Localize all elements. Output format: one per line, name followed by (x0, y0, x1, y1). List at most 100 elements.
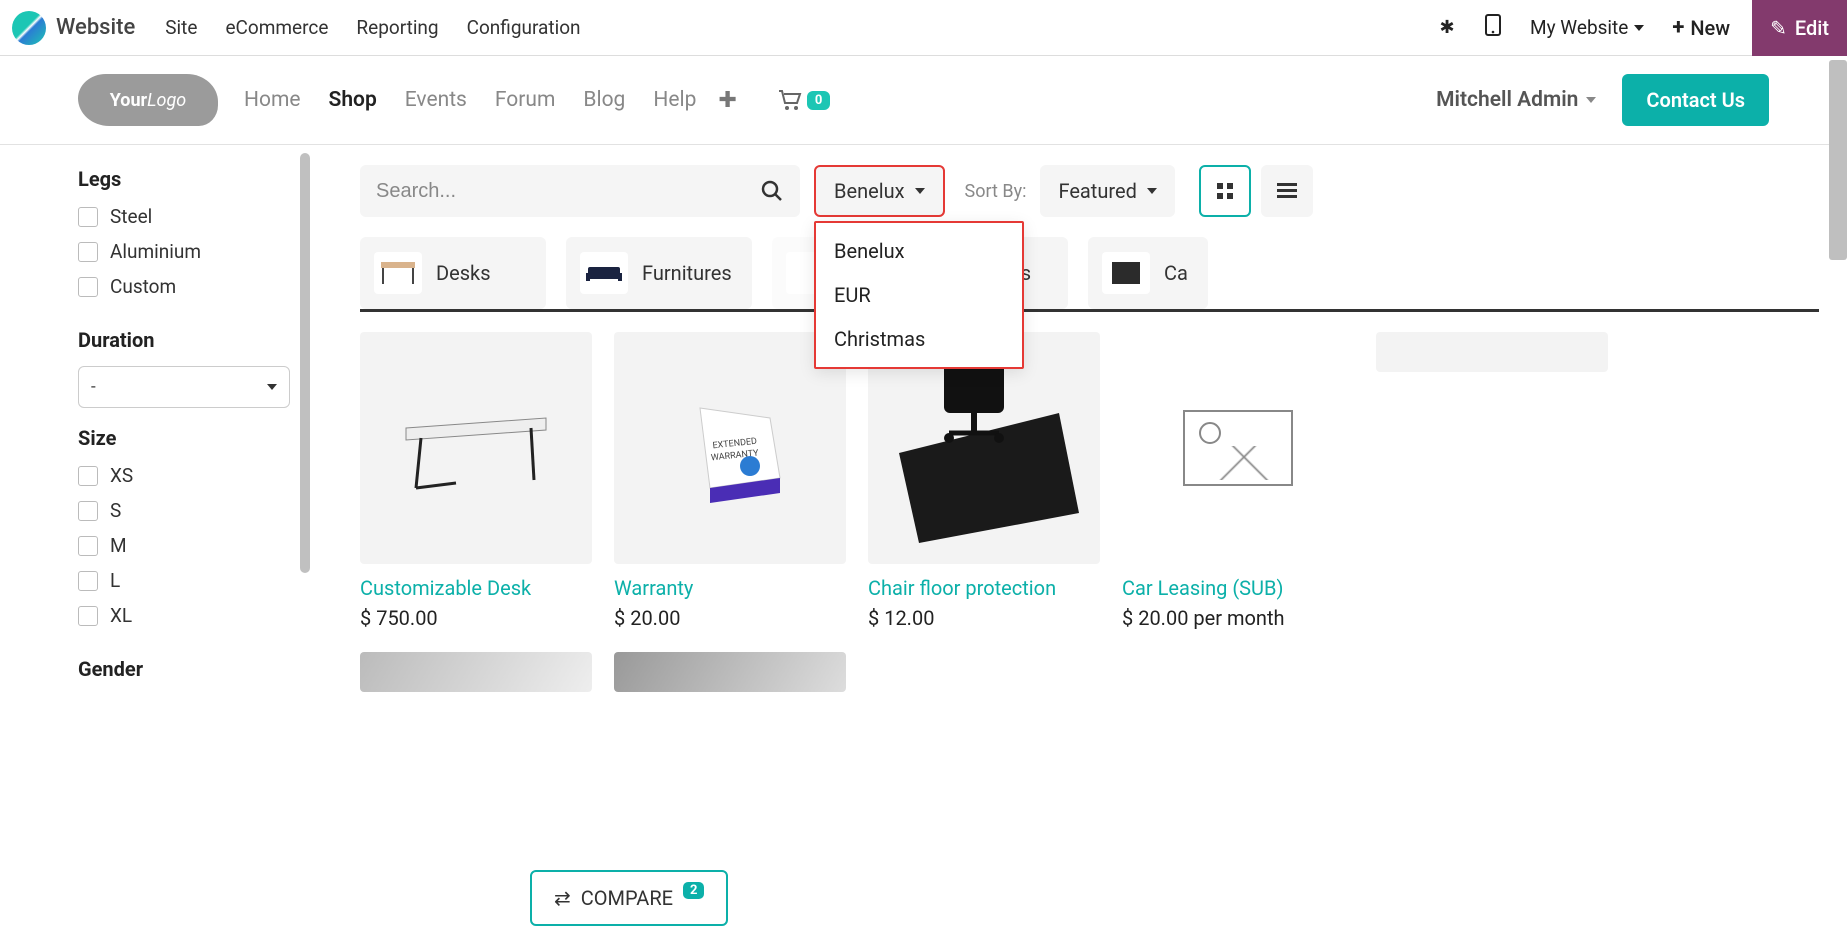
category-thumb (374, 252, 422, 294)
placeholder-image-icon (1183, 410, 1293, 486)
grid-icon (1216, 182, 1234, 200)
product-card (614, 652, 846, 692)
site-logo[interactable]: YourLogo (78, 74, 218, 126)
products-grid: Customizable Desk $ 750.00 EXTENDEDWARRA… (360, 332, 1819, 692)
category-furnitures[interactable]: Furnitures (566, 237, 752, 309)
nav-help[interactable]: Help (653, 88, 696, 112)
search-icon (760, 179, 784, 203)
product-card: EXTENDEDWARRANTY Warranty $ 20.00 (614, 332, 846, 630)
pricelist-dropdown[interactable]: Benelux Benelux EUR Christmas (814, 165, 945, 217)
edit-button[interactable]: ✎ Edit (1752, 0, 1847, 56)
sort-value: Featured (1058, 179, 1136, 203)
app-logo (12, 11, 46, 45)
filter-size-l[interactable]: L (78, 569, 290, 592)
product-name[interactable]: Customizable Desk (360, 576, 592, 600)
nav-shop[interactable]: Shop (329, 88, 377, 112)
nav-events[interactable]: Events (405, 88, 467, 112)
admin-menu-configuration[interactable]: Configuration (467, 16, 581, 39)
duration-value: - (91, 377, 96, 397)
category-desks[interactable]: Desks (360, 237, 546, 309)
sidebar-scrollbar[interactable] (300, 153, 310, 573)
sort-dropdown[interactable]: Featured (1040, 165, 1174, 217)
product-name[interactable]: Chair floor protection (868, 576, 1100, 600)
category-thumb (1102, 252, 1150, 294)
page-body: Legs Steel Aluminium Custom Duration - S… (0, 145, 1847, 695)
site-logo-text: YourLogo (110, 90, 187, 111)
checkbox-icon (78, 501, 98, 521)
category-thumb (580, 252, 628, 294)
nav-home[interactable]: Home (244, 88, 301, 112)
nav-blog[interactable]: Blog (583, 88, 625, 112)
search-input[interactable] (376, 180, 760, 203)
filter-gender-title: Gender (78, 657, 290, 681)
cart-button[interactable]: 0 (777, 89, 830, 111)
product-image[interactable] (1376, 332, 1608, 372)
checkbox-icon (78, 207, 98, 227)
shop-main: Benelux Benelux EUR Christmas Sort By: F… (310, 145, 1847, 695)
product-image[interactable] (360, 652, 592, 692)
product-card: Chair floor protection $ 12.00 (868, 332, 1100, 630)
sort-by-label: Sort By: (965, 181, 1027, 202)
product-name[interactable]: Warranty (614, 576, 846, 600)
chevron-down-icon (267, 384, 277, 390)
pricelist-option-benelux[interactable]: Benelux (816, 229, 1022, 273)
admin-menu-reporting[interactable]: Reporting (356, 16, 438, 39)
my-website-label: My Website (1530, 16, 1628, 39)
checkbox-icon (78, 536, 98, 556)
add-page-button[interactable]: ✚ (718, 88, 736, 113)
category-cabinets-partial[interactable]: Ca (1088, 237, 1208, 309)
site-header: YourLogo Home Shop Events Forum Blog Hel… (0, 56, 1847, 145)
cart-count-badge: 0 (807, 91, 830, 110)
my-website-dropdown[interactable]: My Website (1530, 16, 1644, 39)
filter-legs-steel[interactable]: Steel (78, 205, 290, 228)
filter-size-s[interactable]: S (78, 499, 290, 522)
checkbox-icon (78, 571, 98, 591)
user-name: Mitchell Admin (1436, 88, 1578, 112)
filter-legs-aluminium[interactable]: Aluminium (78, 240, 290, 263)
filters-sidebar: Legs Steel Aluminium Custom Duration - S… (0, 145, 310, 695)
filter-size-m[interactable]: M (78, 534, 290, 557)
product-card: Customizable Desk $ 750.00 (360, 332, 592, 630)
product-image[interactable] (360, 332, 592, 564)
checkbox-icon (78, 277, 98, 297)
bug-icon[interactable]: ✱ (1430, 17, 1464, 38)
user-dropdown[interactable]: Mitchell Admin (1436, 88, 1596, 112)
duration-select[interactable]: - (78, 366, 290, 408)
product-card: Car Leasing (SUB) $ 20.00 per month (1122, 332, 1354, 630)
pricelist-selected: Benelux (834, 179, 905, 203)
search-box[interactable] (360, 165, 800, 217)
pricelist-option-christmas[interactable]: Christmas (816, 317, 1022, 361)
checkbox-icon (78, 606, 98, 626)
nav-forum[interactable]: Forum (495, 88, 555, 112)
cart-icon (777, 89, 803, 111)
admin-menu-site[interactable]: Site (165, 16, 197, 39)
chevron-down-icon (915, 188, 925, 194)
product-image[interactable] (1122, 332, 1354, 564)
pricelist-option-eur[interactable]: EUR (816, 273, 1022, 317)
product-price: $ 750.00 (360, 606, 592, 630)
compare-icon: ⇄ (554, 886, 571, 910)
mobile-preview-icon[interactable] (1476, 14, 1510, 41)
product-name[interactable]: Car Leasing (SUB) (1122, 576, 1354, 600)
product-image[interactable]: EXTENDEDWARRANTY (614, 332, 846, 564)
admin-bar: Website Site eCommerce Reporting Configu… (0, 0, 1847, 56)
filter-legs-custom[interactable]: Custom (78, 275, 290, 298)
chevron-down-icon (1634, 25, 1644, 31)
view-switcher (1199, 165, 1313, 217)
contact-us-button[interactable]: Contact Us (1622, 74, 1769, 126)
filter-size-xs[interactable]: XS (78, 464, 290, 487)
category-label: Ca (1164, 261, 1188, 285)
product-price: $ 20.00 per month (1122, 606, 1354, 630)
list-view-button[interactable] (1261, 165, 1313, 217)
grid-view-button[interactable] (1199, 165, 1251, 217)
compare-label: COMPARE (581, 886, 673, 910)
compare-bar[interactable]: ⇄ COMPARE 2 (530, 870, 728, 926)
new-button[interactable]: + New (1672, 15, 1730, 40)
product-image[interactable] (614, 652, 846, 692)
page-scrollbar[interactable] (1829, 60, 1847, 260)
filter-size-xl[interactable]: XL (78, 604, 290, 627)
category-label: Furnitures (642, 261, 732, 285)
filter-legs-title: Legs (78, 167, 290, 191)
product-price: $ 12.00 (868, 606, 1100, 630)
admin-menu-ecommerce[interactable]: eCommerce (225, 16, 328, 39)
